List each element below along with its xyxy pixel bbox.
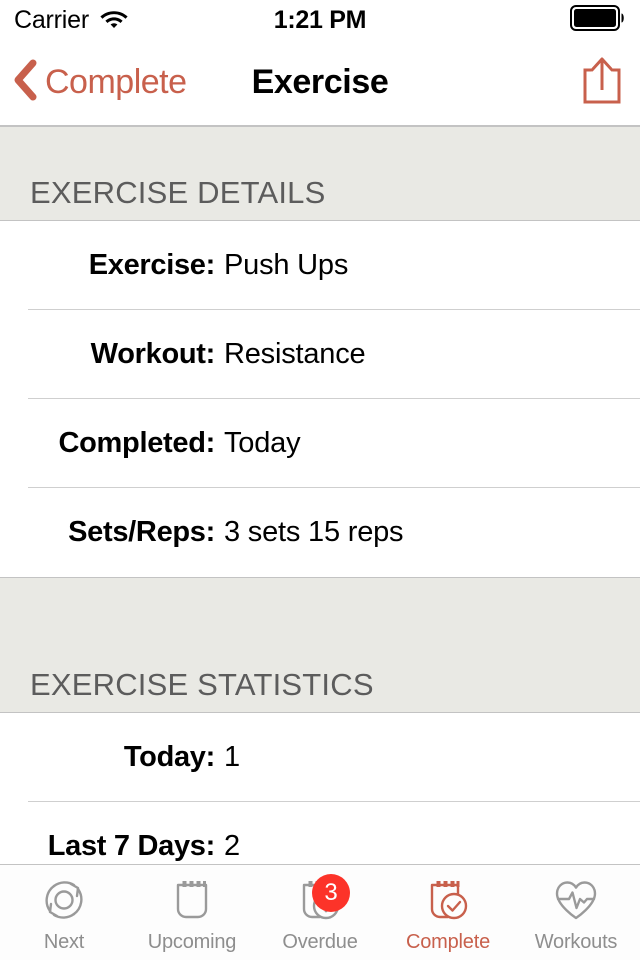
share-icon (580, 54, 624, 111)
detail-value: 3 sets 15 reps (224, 516, 404, 548)
tab-next[interactable]: Next (0, 865, 128, 960)
stat-label: Last 7 Days: (47, 830, 216, 862)
stat-value: 1 (224, 741, 240, 773)
tab-label: Next (43, 930, 85, 953)
stat-row-today: Today: 1 (0, 713, 640, 802)
section-header-exercise-details: EXERCISE DETAILS (0, 126, 640, 221)
detail-row-workout: Workout: Resistance (0, 310, 640, 399)
detail-row-sets-reps: Sets/Reps: 3 sets 15 reps (0, 488, 640, 577)
heart-pulse-icon (548, 875, 604, 930)
detail-label: Exercise: (88, 249, 216, 281)
detail-value: Push Ups (224, 249, 349, 281)
detail-value: Today (224, 427, 301, 459)
chevron-left-icon (12, 58, 38, 107)
detail-label: Completed: (58, 427, 215, 459)
section-header-exercise-statistics: EXERCISE STATISTICS (0, 577, 640, 713)
tab-bar: Next Upcoming 3 Overdue Complete Workout… (0, 864, 640, 960)
tab-icon-wrapper (420, 878, 476, 928)
tab-workouts[interactable]: Workouts (512, 865, 640, 960)
battery-full-icon (570, 4, 626, 36)
detail-row-completed: Completed: Today (0, 399, 640, 488)
detail-label: Workout: (90, 338, 216, 370)
refresh-circle-icon (36, 875, 92, 930)
stat-row-last-7-days: Last 7 Days: 2 (0, 802, 640, 864)
notepad-check-icon (420, 875, 476, 930)
detail-value: Resistance (224, 338, 366, 370)
stat-label: Today: (123, 741, 215, 773)
navigation-bar: Complete Exercise (0, 40, 640, 126)
stat-value: 2 (224, 830, 240, 862)
status-bar-right (570, 4, 626, 36)
tab-label: Overdue (282, 930, 358, 953)
section-header-label: EXERCISE STATISTICS (30, 667, 374, 702)
back-button[interactable]: Complete (12, 58, 187, 107)
tab-label: Complete (406, 930, 490, 953)
tab-icon-wrapper: 3 (292, 873, 350, 928)
notepad-icon (164, 875, 220, 930)
app-screen: Carrier 1:21 PM Complete Exercise EXERCI… (0, 0, 640, 960)
overdue-badge-count: 3 (312, 873, 350, 912)
tab-upcoming[interactable]: Upcoming (128, 865, 256, 960)
tab-overdue[interactable]: 3 Overdue (256, 865, 384, 960)
tab-label: Upcoming (147, 930, 237, 953)
tab-complete[interactable]: Complete (384, 865, 512, 960)
detail-row-exercise: Exercise: Push Ups (0, 221, 640, 310)
content-area: EXERCISE DETAILS Exercise: Push Ups Work… (0, 126, 640, 864)
tab-icon-wrapper (164, 878, 220, 928)
back-button-label: Complete (45, 63, 187, 101)
tab-icon-wrapper (36, 878, 92, 928)
tab-label: Workouts (534, 930, 618, 953)
section-header-label: EXERCISE DETAILS (30, 175, 326, 210)
share-button[interactable] (580, 54, 624, 111)
detail-label: Sets/Reps: (68, 516, 215, 548)
status-bar-time: 1:21 PM (273, 5, 367, 34)
tab-icon-wrapper (548, 878, 604, 928)
status-bar: Carrier 1:21 PM (0, 0, 640, 40)
